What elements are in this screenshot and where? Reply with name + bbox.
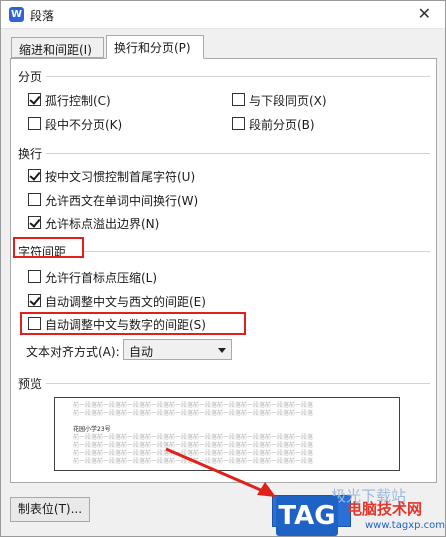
- tab-line-page-break[interactable]: 换行和分页(P): [106, 35, 204, 59]
- checkbox[interactable]: [28, 193, 41, 206]
- divider: [46, 153, 430, 154]
- annotation-highlight-box: [13, 237, 84, 258]
- option-label: 按中文习惯控制首尾字符(U): [45, 170, 196, 184]
- preview-line: 前一段落前一段落前一段落前一段落前一段落前一段落前一段落前一段落前一段落前一段落: [73, 458, 314, 465]
- divider: [46, 383, 430, 384]
- select-value: 自动: [129, 345, 154, 359]
- close-icon[interactable]: ✕: [418, 5, 431, 23]
- checkbox[interactable]: [28, 169, 41, 182]
- checkbox[interactable]: [232, 117, 245, 130]
- text-align-label: 文本对齐方式(A):: [26, 345, 120, 359]
- group-title-line-break: 换行: [18, 147, 43, 161]
- divider: [83, 251, 430, 252]
- text-align-select[interactable]: 自动: [123, 339, 232, 360]
- tab-indent-spacing[interactable]: 缩进和间距(I): [11, 37, 104, 58]
- preview-box: 前一段落前一段落前一段落前一段落前一段落前一段落前一段落前一段落前一段落前一段落…: [54, 397, 400, 471]
- option-label: 与下段同页(X): [249, 94, 327, 108]
- title-bar: W 段落 ✕: [1, 1, 445, 29]
- option-label: 允许行首标点压缩(L): [45, 271, 158, 285]
- option-label: 允许标点溢出边界(N): [45, 217, 160, 231]
- preview-line: 前一段落前一段落前一段落前一段落前一段落前一段落前一段落前一段落前一段落前一段落: [73, 434, 314, 441]
- option-label: 允许西文在单词中间换行(W): [45, 194, 199, 208]
- checkbox[interactable]: [28, 216, 41, 229]
- checkbox[interactable]: [28, 270, 41, 283]
- preview-line: 前一段落前一段落前一段落前一段落前一段落前一段落前一段落前一段落前一段落前一段落: [73, 442, 314, 449]
- group-title-preview: 预览: [18, 377, 43, 391]
- checkbox[interactable]: [232, 93, 245, 106]
- wps-writer-icon: W: [9, 7, 24, 22]
- dialog-title: 段落: [30, 9, 55, 23]
- watermark: 极光下载站 TAG 电脑技术网 www.tagxp.com: [273, 487, 446, 537]
- watermark-url: www.tagxp.com: [365, 520, 445, 531]
- annotation-highlight-box: [20, 312, 246, 335]
- watermark-title: 电脑技术网: [347, 500, 423, 518]
- group-title-pagination: 分页: [18, 70, 43, 84]
- tag-logo: TAG: [276, 496, 338, 536]
- option-label: 段前分页(B): [249, 118, 315, 132]
- checkbox[interactable]: [28, 294, 41, 307]
- preview-line: 前一段落前一段落前一段落前一段落前一段落前一段落前一段落前一段落前一段落前一段落: [73, 410, 314, 417]
- option-label: 自动调整中文与西文的间距(E): [45, 295, 206, 309]
- option-label: 段中不分页(K): [45, 118, 123, 132]
- preview-line: 前一段落前一段落前一段落前一段落前一段落前一段落前一段落前一段落前一段落前一段落: [73, 402, 314, 409]
- chevron-down-icon: [218, 348, 226, 353]
- preview-line: 前一段落前一段落前一段落前一段落前一段落前一段落前一段落前一段落前一段落前一段落: [73, 450, 314, 457]
- tab-stops-button[interactable]: 制表位(T)...: [10, 497, 90, 522]
- option-label: 孤行控制(C): [45, 94, 111, 108]
- checkbox[interactable]: [28, 117, 41, 130]
- checkbox[interactable]: [28, 93, 41, 106]
- preview-main-text: 花园小学23号: [73, 426, 111, 433]
- paragraph-dialog: W 段落 ✕ 缩进和间距(I) 换行和分页(P) 分页 孤行控制(C) 与下段同…: [0, 0, 446, 537]
- divider: [46, 76, 430, 77]
